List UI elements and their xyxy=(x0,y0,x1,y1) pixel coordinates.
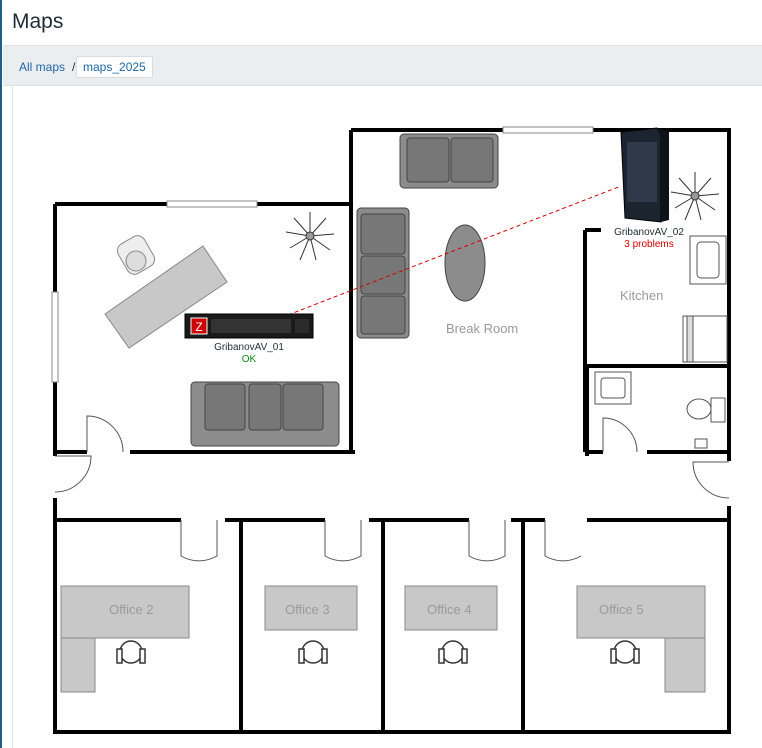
map-canvas[interactable]: Z Break Room Kitchen Office 2 Office 3 O… xyxy=(12,86,762,748)
rack-server-icon[interactable]: Z xyxy=(184,313,314,339)
bathroom-fixtures xyxy=(594,371,726,449)
room-label-kitchen: Kitchen xyxy=(620,288,664,303)
room-label-office-2: Office 2 xyxy=(109,602,154,617)
kitchen-fixtures xyxy=(682,235,728,363)
room-label-office-4: Office 4 xyxy=(427,602,472,617)
breadcrumb: All maps / maps_2025 xyxy=(3,45,762,86)
breadcrumb-separator: / xyxy=(72,60,76,74)
floor-plan: Z xyxy=(51,126,731,734)
breadcrumb-current-map[interactable]: maps_2025 xyxy=(76,56,153,78)
break-room-table xyxy=(444,224,486,302)
office-chairs xyxy=(116,640,640,664)
page-title: Maps xyxy=(12,10,64,33)
host-status-2: 3 problems xyxy=(624,239,674,250)
host-label-1[interactable]: GribanovAV_01 xyxy=(209,342,289,354)
tower-server-icon[interactable] xyxy=(620,127,669,223)
door-swings xyxy=(54,415,730,562)
room-label-office-3: Office 3 xyxy=(285,602,330,617)
host-label-2[interactable]: GribanovAV_02 xyxy=(609,227,689,239)
svg-text:Z: Z xyxy=(195,320,202,334)
host-status-1: OK xyxy=(241,354,257,365)
left-edge-bar xyxy=(0,0,2,748)
breadcrumb-all-maps-link[interactable]: All maps xyxy=(19,57,65,77)
room-label-office-5: Office 5 xyxy=(599,602,644,617)
host-link[interactable] xyxy=(274,185,622,321)
room-label-break-room: Break Room xyxy=(446,321,519,336)
